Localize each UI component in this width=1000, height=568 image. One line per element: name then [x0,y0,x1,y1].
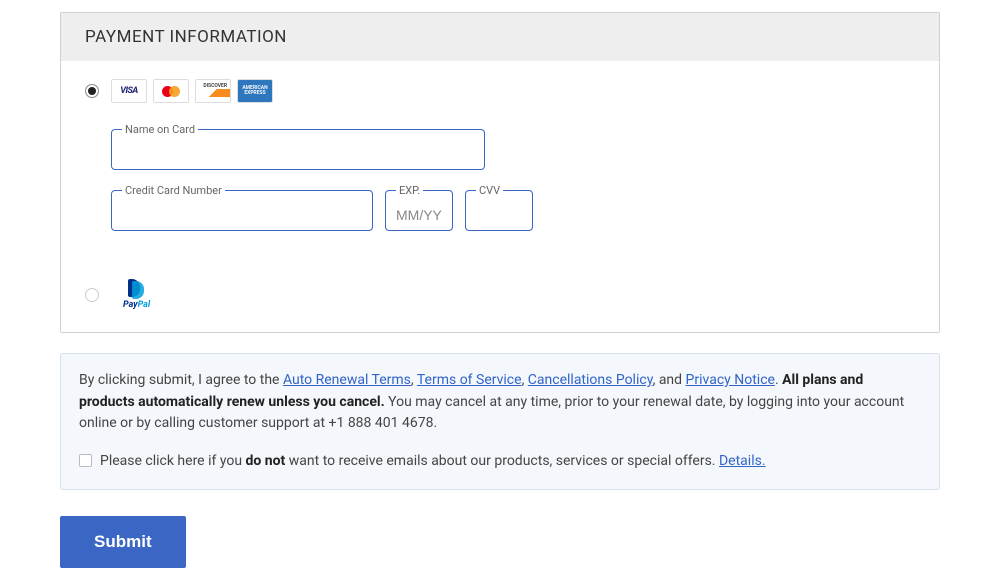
optout-row: Please click here if you do not want to … [79,451,921,473]
paypal-icon: PayPal [123,279,150,310]
card-form: Name on Card Credit Card Number EXP. CVV [85,123,915,231]
cancellations-policy-link[interactable]: Cancellations Policy [528,372,653,388]
terms-of-service-link[interactable]: Terms of Service [417,372,522,388]
cvv-label: CVV [476,184,503,197]
payment-information-panel: PAYMENT INFORMATION VISA DISCOVER AMERIC… [60,12,940,333]
name-on-card-fieldset: Name on Card [111,123,485,170]
expiry-input[interactable] [396,207,442,223]
cvv-input[interactable] [476,207,522,223]
optout-text: Please click here if you do not want to … [100,451,766,473]
auto-renewal-link[interactable]: Auto Renewal Terms [283,372,411,388]
panel-body: VISA DISCOVER AMERICANEXPRESS Name on Ca… [61,61,939,332]
visa-icon: VISA [111,79,147,103]
paypal-radio[interactable] [85,288,99,302]
card-number-input[interactable] [122,207,362,223]
credit-card-radio[interactable] [85,84,99,98]
optout-details-link[interactable]: Details. [719,453,766,469]
mastercard-icon [153,79,189,103]
card-number-label: Credit Card Number [122,184,225,197]
name-on-card-label: Name on Card [122,123,198,136]
expiry-label: EXP. [396,184,423,197]
panel-title: PAYMENT INFORMATION [61,13,939,61]
terms-box: By clicking submit, I agree to the Auto … [60,353,940,490]
name-on-card-input[interactable] [122,146,474,162]
submit-button[interactable]: Submit [60,516,186,568]
cvv-fieldset: CVV [465,184,533,231]
card-logos: VISA DISCOVER AMERICANEXPRESS [111,79,273,103]
amex-icon: AMERICANEXPRESS [237,79,273,103]
credit-card-option-row: VISA DISCOVER AMERICANEXPRESS [85,79,915,103]
privacy-notice-link[interactable]: Privacy Notice [686,372,775,388]
discover-icon: DISCOVER [195,79,231,103]
terms-text: By clicking submit, I agree to the Auto … [79,370,921,435]
optout-checkbox[interactable] [79,454,92,467]
card-number-fieldset: Credit Card Number [111,184,373,231]
expiry-fieldset: EXP. [385,184,453,231]
paypal-option-row: PayPal [85,279,915,310]
